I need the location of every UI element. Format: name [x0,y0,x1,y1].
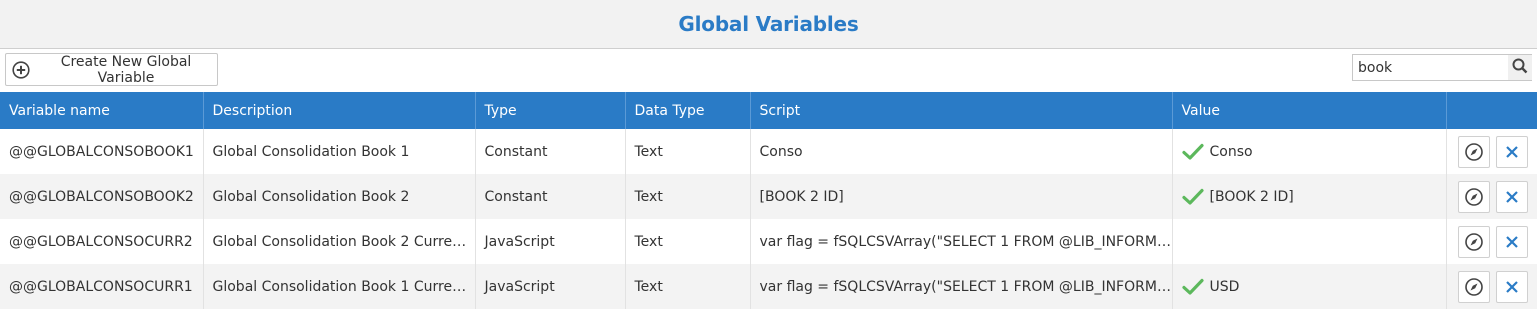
cell-data-type: Text [625,129,751,174]
column-header-type[interactable]: Type [475,92,626,129]
cell-type: Constant [475,129,626,174]
compass-icon [1464,142,1483,161]
create-variable-button[interactable]: Create New Global Variable [5,53,218,86]
cell-variable-name: @@GLOBALCONSOCURR1 [0,264,204,309]
table-row[interactable]: @@GLOBALCONSOBOOK1 Global Consolidation … [0,129,1537,174]
plus-circle-icon [12,60,30,79]
cell-variable-name: @@GLOBALCONSOBOOK2 [0,174,204,219]
cell-type: JavaScript [475,264,626,309]
search-input[interactable] [1353,55,1507,80]
close-icon [1505,280,1518,293]
check-icon [1181,143,1204,161]
page-title: Global Variables [678,12,859,36]
column-header-value[interactable]: Value [1172,92,1447,129]
table-header-row: Variable name Description Type Data Type… [0,92,1537,129]
cell-description: Global Consolidation Book 1 Currency [203,264,476,309]
column-header-script[interactable]: Script [750,92,1173,129]
cell-data-type: Text [625,264,751,309]
toolbar: Create New Global Variable [0,50,1537,92]
check-icon [1181,188,1204,206]
close-icon [1505,235,1518,248]
cell-value [1172,219,1447,264]
cell-type: Constant [475,174,626,219]
cell-script: Conso [750,129,1173,174]
table-row[interactable]: @@GLOBALCONSOCURR2 Global Consolidation … [0,219,1537,264]
cell-data-type: Text [625,219,751,264]
cell-variable-name: @@GLOBALCONSOBOOK1 [0,129,204,174]
cell-variable-name: @@GLOBALCONSOCURR2 [0,219,204,264]
cell-actions [1446,219,1537,264]
cell-script: var flag = fSQLCSVArray("SELECT 1 FROM @… [750,264,1173,309]
compass-icon [1464,187,1483,206]
cell-actions [1446,264,1537,309]
compass-icon [1464,232,1483,251]
cell-data-type: Text [625,174,751,219]
cell-description: Global Consolidation Book 2 [203,174,476,219]
column-header-data-type[interactable]: Data Type [625,92,751,129]
delete-button[interactable] [1495,135,1528,168]
compass-icon [1464,277,1483,296]
delete-button[interactable] [1495,180,1528,213]
title-bar: Global Variables [0,0,1537,49]
edit-button[interactable] [1457,135,1490,168]
cell-description: Global Consolidation Book 2 Currency [203,219,476,264]
value-text: Conso [1209,143,1253,160]
value-text: [BOOK 2 ID] [1209,188,1294,205]
variables-table: Variable name Description Type Data Type… [0,92,1537,309]
edit-button[interactable] [1457,270,1490,303]
edit-button[interactable] [1457,180,1490,213]
cell-value: Conso [1172,129,1447,174]
column-header-actions [1446,92,1537,129]
value-text: USD [1209,278,1240,295]
cell-actions [1446,129,1537,174]
create-variable-label: Create New Global Variable [60,53,192,86]
search-icon [1512,58,1528,78]
table-row[interactable]: @@GLOBALCONSOBOOK2 Global Consolidation … [0,174,1537,219]
cell-script: [BOOK 2 ID] [750,174,1173,219]
column-header-variable-name[interactable]: Variable name [0,92,204,129]
delete-button[interactable] [1495,225,1528,258]
edit-button[interactable] [1457,225,1490,258]
close-icon [1505,145,1518,158]
table-row[interactable]: @@GLOBALCONSOCURR1 Global Consolidation … [0,264,1537,309]
search-box [1352,54,1532,81]
close-icon [1505,190,1518,203]
cell-actions [1446,174,1537,219]
cell-description: Global Consolidation Book 1 [203,129,476,174]
search-button[interactable] [1508,55,1532,80]
column-header-description[interactable]: Description [203,92,476,129]
cell-value: USD [1172,264,1447,309]
cell-value: [BOOK 2 ID] [1172,174,1447,219]
delete-button[interactable] [1495,270,1528,303]
cell-type: JavaScript [475,219,626,264]
check-icon [1181,278,1204,296]
cell-script: var flag = fSQLCSVArray("SELECT 1 FROM @… [750,219,1173,264]
